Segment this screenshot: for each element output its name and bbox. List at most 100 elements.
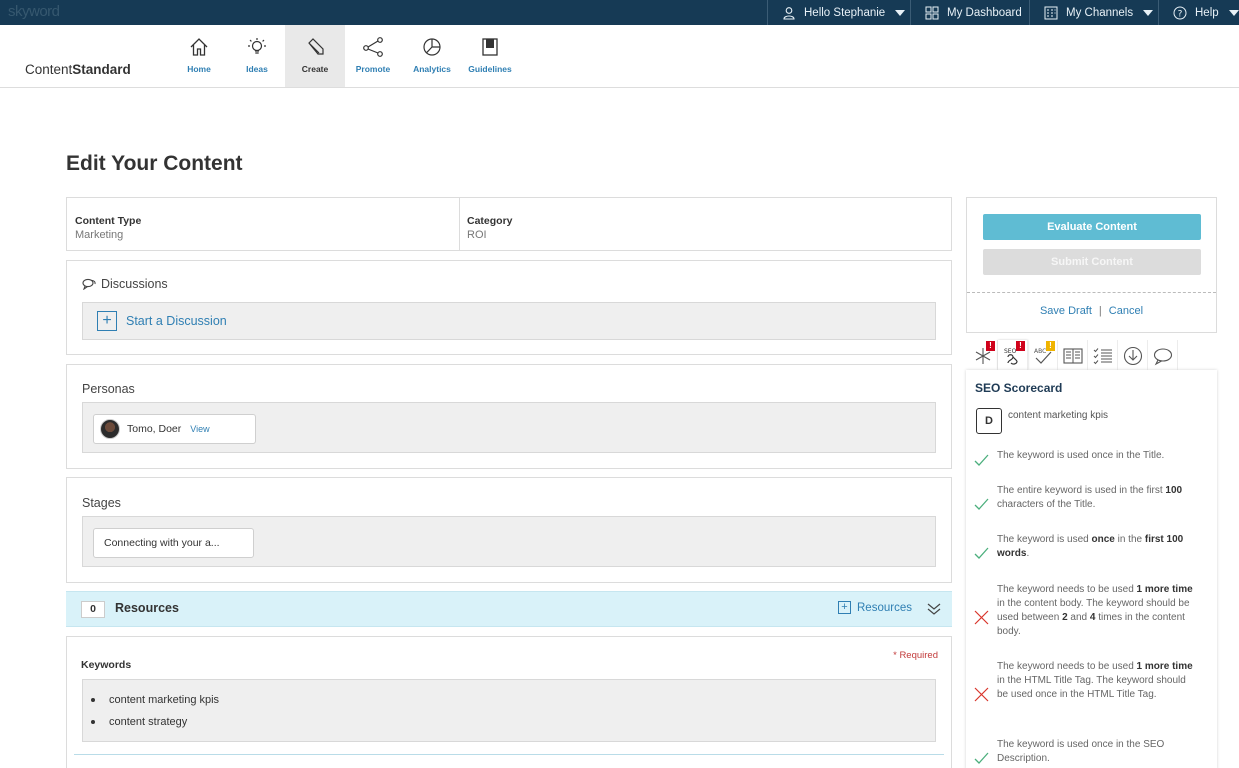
persona-name: Tomo, Doer	[127, 423, 182, 435]
content-type-cell: Content Type Marketing	[67, 198, 459, 250]
nav-ideas-label: Ideas	[246, 64, 268, 74]
user-menu[interactable]: Hello Stephanie	[767, 0, 910, 25]
user-icon	[783, 6, 795, 20]
svg-text:ABC: ABC	[1034, 348, 1046, 355]
discussions-heading: Discussions	[82, 277, 168, 291]
brand-suffix: Standard	[72, 62, 131, 77]
seo-check-item: The keyword needs to be used 1 more time…	[997, 661, 1193, 700]
nav-home[interactable]: Home	[169, 25, 229, 87]
tab-seo[interactable]: SEO !	[998, 340, 1028, 370]
content-standard-logo[interactable]: ContentStandard	[25, 62, 131, 77]
stage-chip[interactable]: Connecting with your a...	[93, 528, 254, 558]
personas-title: Personas	[82, 382, 135, 396]
keyword-item: content marketing kpis	[91, 689, 935, 711]
discussions-title: Discussions	[101, 277, 168, 291]
my-dashboard-label: My Dashboard	[947, 6, 1022, 19]
check-icon	[974, 752, 989, 764]
seo-check-item: The keyword is used once in the first 10…	[997, 534, 1184, 559]
top-bar: skyword Hello Stephanie My Dashboard My …	[0, 0, 1239, 25]
tab-guidelines-check[interactable]: !	[968, 340, 998, 370]
add-resources-button[interactable]: + Resources	[838, 601, 912, 614]
my-channels-label: My Channels	[1066, 6, 1134, 19]
submit-content-button[interactable]: Submit Content	[983, 249, 1201, 275]
seo-scorecard-panel: SEO Scorecard D content marketing kpis T…	[966, 370, 1217, 768]
seo-scorecard-title: SEO Scorecard	[975, 381, 1063, 395]
nav-create-label: Create	[301, 64, 329, 74]
required-note: * Required	[893, 650, 938, 661]
help-icon: ?	[1173, 6, 1187, 19]
seo-check-item: The keyword is used once in the SEO Desc…	[997, 739, 1165, 764]
channels-icon	[1044, 6, 1058, 19]
share-icon	[363, 37, 383, 57]
skyword-logo: skyword	[8, 3, 60, 20]
save-draft-link[interactable]: Save Draft	[1040, 305, 1092, 317]
check-icon	[974, 454, 989, 466]
start-discussion-button[interactable]: + Start a Discussion	[83, 303, 935, 339]
warning-badge: !	[1046, 341, 1055, 351]
tool-tabs: ! SEO ! ABC !	[968, 340, 1178, 370]
dashboard-icon	[925, 6, 939, 19]
actions-panel: Evaluate Content Submit Content Save Dra…	[966, 197, 1217, 333]
separator: |	[1098, 305, 1102, 317]
tab-comments[interactable]	[1148, 340, 1178, 370]
page-title: Edit Your Content	[66, 152, 243, 175]
plus-icon: +	[97, 311, 117, 331]
download-icon	[1123, 346, 1143, 366]
my-dashboard-link[interactable]: My Dashboard	[910, 0, 1029, 25]
tab-spellcheck[interactable]: ABC !	[1028, 340, 1058, 370]
divider	[967, 292, 1216, 293]
help-menu[interactable]: ? Help	[1158, 0, 1239, 25]
book-icon	[482, 38, 498, 56]
nav-promote-label: Promote	[355, 64, 391, 74]
resources-label: Resources	[115, 601, 179, 615]
svg-text:SEO: SEO	[1004, 348, 1017, 355]
stages-panel: Stages Connecting with your a...	[66, 477, 952, 583]
add-resources-label: Resources	[857, 601, 912, 614]
alert-badge: !	[986, 341, 995, 351]
resources-bar[interactable]: 0 Resources + Resources	[66, 591, 952, 627]
seo-grade-badge: D	[976, 408, 1002, 434]
category-value: ROI	[467, 229, 487, 241]
x-icon	[974, 687, 989, 702]
keywords-title: Keywords	[81, 659, 132, 671]
home-icon	[190, 38, 208, 56]
nav-promote[interactable]: Promote	[343, 25, 403, 87]
double-chevron-down-icon[interactable]	[926, 601, 942, 617]
divider	[74, 754, 944, 755]
discussions-box: + Start a Discussion	[82, 302, 936, 340]
checklist-icon	[1093, 348, 1112, 365]
x-icon	[974, 610, 989, 625]
comment-icon	[1153, 348, 1173, 366]
tab-readability[interactable]	[1058, 340, 1088, 370]
evaluate-content-button[interactable]: Evaluate Content	[983, 214, 1201, 240]
chevron-down-icon	[895, 9, 906, 16]
persona-chip[interactable]: Tomo, Doer View	[93, 414, 256, 444]
personas-box: Tomo, Doer View	[82, 402, 936, 453]
svg-text:?: ?	[1178, 9, 1183, 19]
personas-panel: Personas Tomo, Doer View	[66, 364, 952, 469]
tab-download[interactable]	[1118, 340, 1148, 370]
discussions-panel: Discussions + Start a Discussion	[66, 260, 952, 355]
tab-checklist[interactable]	[1088, 340, 1118, 370]
brand-prefix: Content	[25, 62, 73, 77]
nav-analytics-label: Analytics	[413, 64, 451, 74]
nav-create[interactable]: Create	[285, 25, 345, 87]
seo-check-item: The entire keyword is used in the first …	[997, 485, 1183, 510]
nav-analytics[interactable]: Analytics	[402, 25, 462, 87]
nav-guidelines-label: Guidelines	[468, 64, 512, 74]
content-info-panel: Content Type Marketing Category ROI	[66, 197, 952, 251]
nav-ideas[interactable]: Ideas	[227, 25, 287, 87]
main-header: ContentStandard Home Ideas Create Promot…	[0, 25, 1239, 88]
stages-title: Stages	[82, 496, 121, 510]
resources-count: 0	[81, 601, 105, 618]
category-cell: Category ROI	[459, 198, 949, 250]
nav-guidelines[interactable]: Guidelines	[460, 25, 520, 87]
cancel-link[interactable]: Cancel	[1109, 305, 1143, 317]
lightbulb-icon	[248, 38, 266, 54]
open-book-icon	[1063, 348, 1083, 364]
persona-view-link[interactable]: View	[190, 424, 209, 434]
content-type-label: Content Type	[75, 215, 142, 227]
user-greeting: Hello Stephanie	[804, 6, 886, 19]
my-channels-menu[interactable]: My Channels	[1029, 0, 1158, 25]
nav-home-label: Home	[187, 64, 211, 74]
